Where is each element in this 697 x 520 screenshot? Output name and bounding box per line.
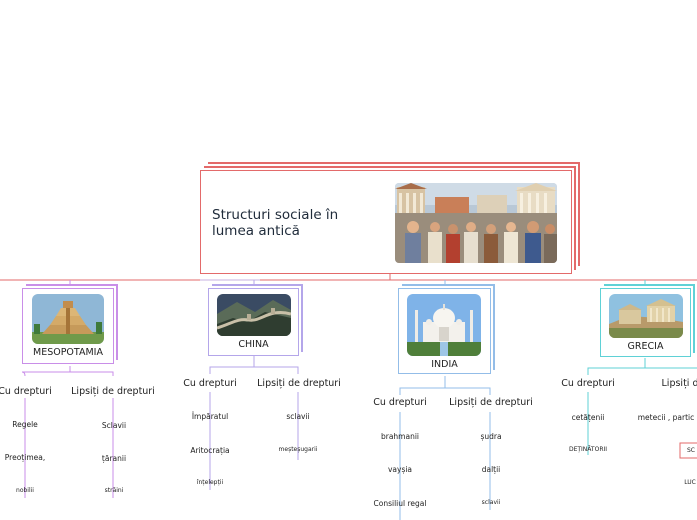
list-item[interactable]: cetățenii [572,414,605,422]
list-item[interactable]: Aritocrația [190,447,229,455]
china-node[interactable]: CHINA [208,288,299,356]
list-item[interactable]: SC [687,448,695,454]
china-with-rights[interactable]: Cu drepturi [183,379,237,389]
list-item[interactable]: Sclavii [102,422,126,430]
india-without-rights[interactable]: Lipsiți de drepturi [449,398,533,408]
list-item[interactable]: țăranii [102,455,126,463]
mesopotamia-without-rights[interactable]: Lipsiți de drepturi [71,387,155,397]
root-title: Structuri sociale în lumea antică [212,207,339,239]
list-item[interactable]: Regele [12,421,38,429]
mesopotamia-with-rights[interactable]: Cu drepturi [0,387,52,397]
list-item[interactable]: sclavii [286,413,309,421]
ancient-forum-image [395,183,557,263]
list-item[interactable]: brahmanii [381,433,419,441]
list-item[interactable]: nobilii [16,488,34,494]
great-wall-image [217,294,291,336]
root-node[interactable]: Structuri sociale în lumea antică [200,170,572,274]
mesopotamia-node[interactable]: MESOPOTAMIA [22,288,114,364]
china-label: CHINA [238,339,269,350]
india-node[interactable]: INDIA [398,288,491,374]
list-item[interactable]: meșteșugarii [279,447,318,453]
grecia-without-rights[interactable]: Lipsiți d [662,379,697,389]
list-item[interactable]: Preoțimea, [5,454,45,462]
china-without-rights[interactable]: Lipsiți de drepturi [257,379,341,389]
list-item[interactable]: sclavii [482,500,501,506]
list-item[interactable]: dalții [482,466,501,474]
grecia-node[interactable]: GRECIA [600,288,691,357]
taj-mahal-image [407,294,481,356]
india-with-rights[interactable]: Cu drepturi [373,398,427,408]
list-item[interactable]: străini [105,488,124,494]
list-item[interactable]: înțelepții [197,480,223,486]
list-item[interactable]: DEȚINĂTORII [569,447,607,453]
acropolis-image [609,294,683,338]
list-item[interactable]: LUC [684,480,696,486]
list-item[interactable]: Împăratul [192,413,228,421]
mesopotamia-label: MESOPOTAMIA [33,347,103,358]
list-item[interactable]: Consiliul regal [374,500,427,508]
list-item[interactable]: vayșia [388,466,412,474]
list-item[interactable]: șudra [480,433,501,441]
grecia-label: GRECIA [627,341,664,352]
india-label: INDIA [431,359,458,370]
ziggurat-image [32,294,104,344]
grecia-with-rights[interactable]: Cu drepturi [561,379,615,389]
list-item[interactable]: metecii , partic [638,414,695,422]
